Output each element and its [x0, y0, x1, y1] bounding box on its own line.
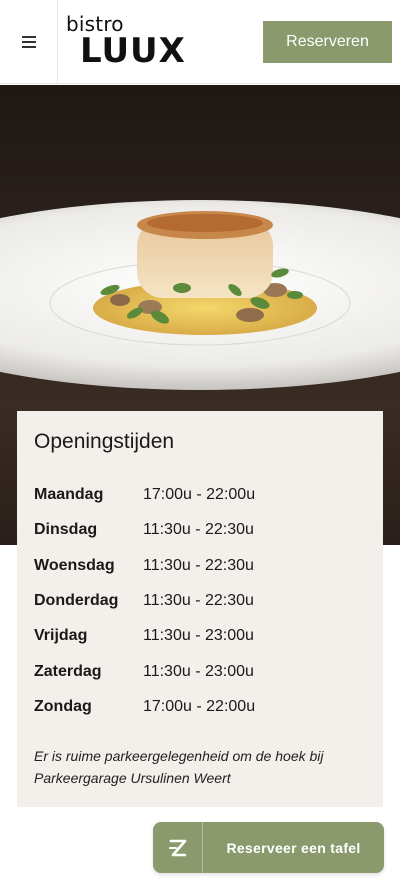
hours-row: Zondag 17:00u - 22:00u [34, 698, 364, 722]
day-label: Zaterdag [34, 663, 102, 680]
hamburger-menu-button[interactable] [0, 0, 58, 84]
hours-row: Donderdag 11:30u - 22:30u [34, 592, 364, 616]
time-value: 11:30u - 22:30u [143, 557, 254, 574]
day-label: Woensdag [34, 557, 115, 574]
opening-hours-title: Openingstijden [34, 430, 175, 453]
time-value: 11:30u - 22:30u [143, 521, 254, 538]
time-value: 17:00u - 22:00u [143, 486, 256, 503]
reserveer-een-tafel-button[interactable]: Reserveer een tafel [153, 822, 384, 873]
hours-row: Maandag 17:00u - 22:00u [34, 486, 364, 510]
hours-row: Zaterdag 11:30u - 23:00u [34, 663, 364, 687]
day-label: Vrijdag [34, 627, 88, 644]
time-value: 17:00u - 22:00u [143, 698, 256, 715]
zenchef-z-icon [153, 822, 203, 873]
logo-big-text: LUUX [80, 31, 186, 71]
cta-label: Reserveer een tafel [226, 839, 361, 856]
opening-hours-card: Openingstijden Maandag 17:00u - 22:00u D… [17, 411, 383, 807]
site-header: bistro LUUX Reserveren [0, 0, 400, 84]
time-value: 11:30u - 22:30u [143, 592, 254, 609]
day-label: Zondag [34, 698, 92, 715]
parking-note: Er is ruime parkeergelegenheid om de hoe… [34, 748, 324, 786]
day-label: Maandag [34, 486, 104, 503]
time-value: 11:30u - 23:00u [143, 663, 254, 680]
hamburger-menu-icon [21, 36, 36, 48]
bistro-luux-logo[interactable]: bistro LUUX [66, 12, 206, 72]
hours-row: Woensdag 11:30u - 22:30u [34, 557, 364, 581]
hours-row: Dinsdag 11:30u - 22:30u [34, 521, 364, 545]
day-label: Dinsdag [34, 521, 98, 538]
hours-row: Vrijdag 11:30u - 23:00u [34, 627, 364, 651]
day-label: Donderdag [34, 592, 119, 609]
reserveren-button[interactable]: Reserveren [263, 21, 392, 63]
time-value: 11:30u - 23:00u [143, 627, 254, 644]
